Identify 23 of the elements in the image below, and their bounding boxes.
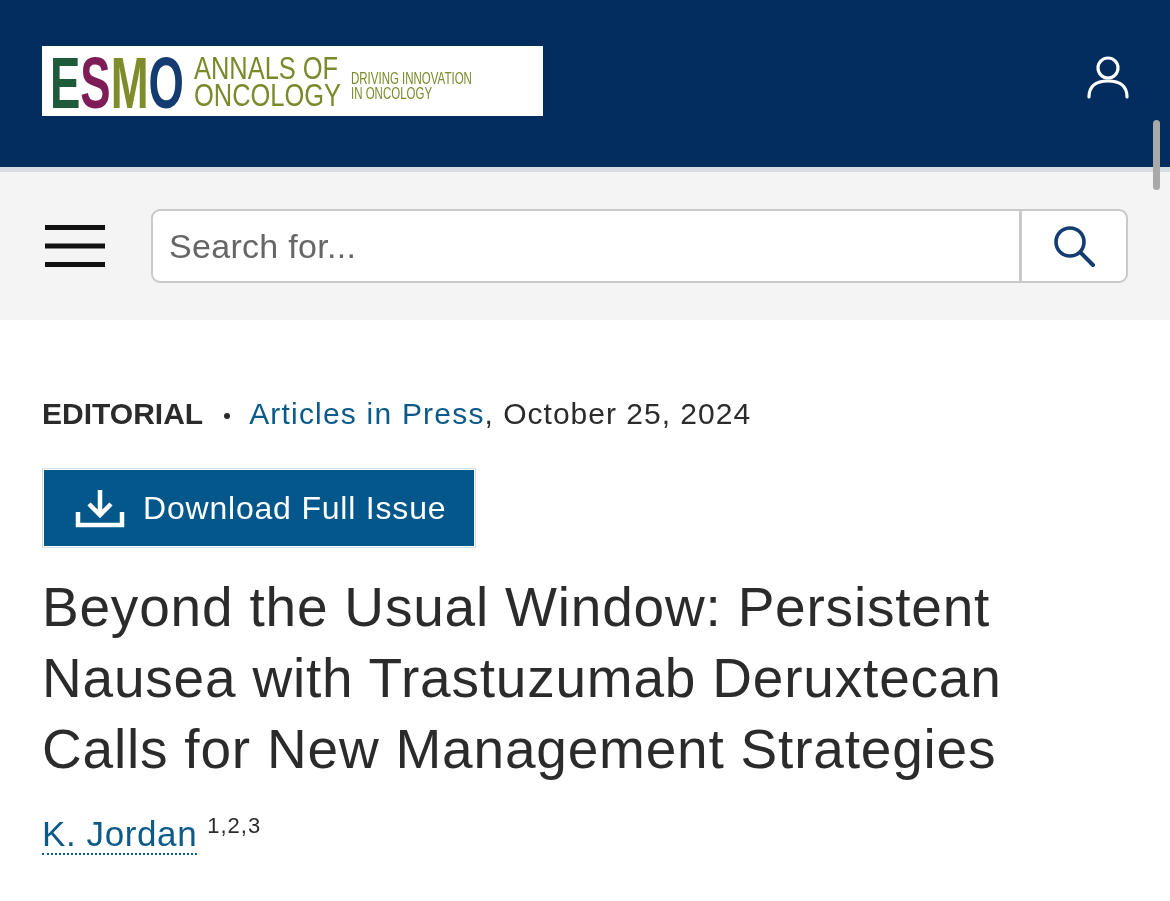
affiliation-numbers: 1,2,3: [207, 813, 262, 838]
scrollbar-thumb[interactable]: [1153, 120, 1160, 190]
user-icon: [1086, 55, 1130, 99]
article-title: Beyond the Usual Window: Persistent Nausea with Trastuzumab Deruxtecan Calls for New Management Strategies: [42, 575, 1003, 782]
author-link[interactable]: K. Jordan: [42, 814, 198, 855]
separator-dot-icon: [224, 413, 231, 419]
publication-date: , October 25, 2024: [484, 396, 752, 432]
search-field[interactable]: Search for...: [151, 209, 1021, 283]
logo-letter: E: [50, 51, 81, 111]
logo-letter: M: [110, 51, 149, 111]
logo-letter: O: [148, 51, 184, 111]
articles-in-press-link[interactable]: Articles in Press: [249, 394, 485, 434]
menu-icon: [45, 225, 105, 267]
menu-button[interactable]: [45, 225, 105, 267]
download-full-issue-button[interactable]: Download Full Issue: [44, 470, 474, 546]
account-button[interactable]: [1086, 55, 1130, 99]
logo-tagline: DRIVING INNOVATION IN ONCOLOGY: [350, 68, 472, 101]
logo-letter: S: [80, 51, 111, 111]
search-button[interactable]: [1020, 209, 1128, 283]
logo-title: ANNALS OF ONCOLOGY: [194, 53, 341, 109]
download-icon: [75, 488, 125, 528]
article-type: EDITORIAL: [42, 396, 204, 432]
search-icon: [1052, 224, 1096, 268]
